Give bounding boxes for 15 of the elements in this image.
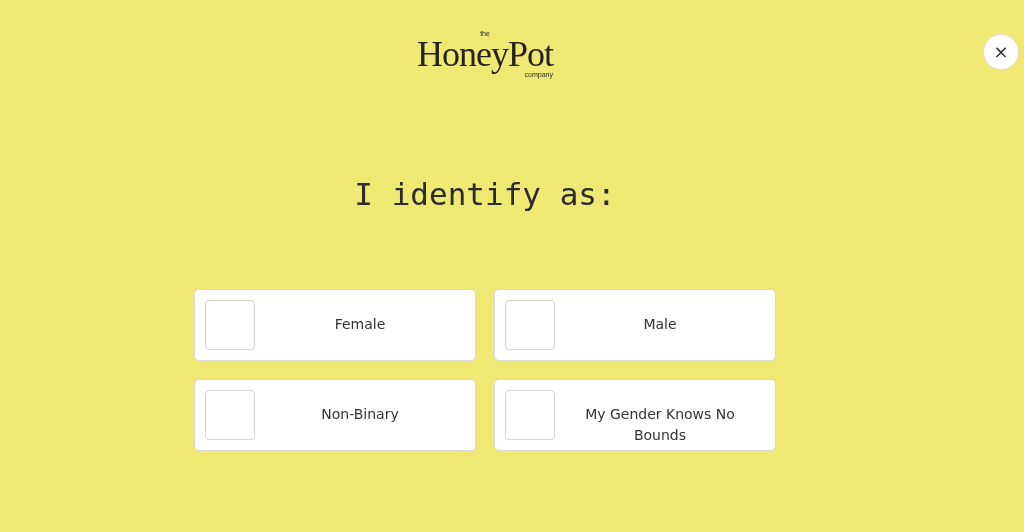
checkbox[interactable] — [205, 390, 255, 441]
option-card[interactable]: Non-Binary — [194, 379, 476, 452]
option-card[interactable]: Male — [494, 289, 776, 362]
checkbox[interactable] — [505, 390, 555, 441]
option-label: My Gender Knows No Bounds — [584, 405, 736, 446]
option-label: Female — [333, 315, 387, 335]
question-heading: I identify as: — [354, 176, 616, 214]
option-card[interactable]: My Gender Knows No Bounds — [494, 379, 776, 452]
option-label: Male — [642, 315, 678, 335]
logo-text: HoneyPot — [417, 37, 553, 72]
checkbox[interactable] — [505, 300, 555, 351]
checkbox[interactable] — [205, 300, 255, 351]
option-card[interactable]: Female — [194, 289, 476, 362]
option-label: Non-Binary — [320, 405, 400, 425]
close-button[interactable]: × — [983, 34, 1019, 70]
